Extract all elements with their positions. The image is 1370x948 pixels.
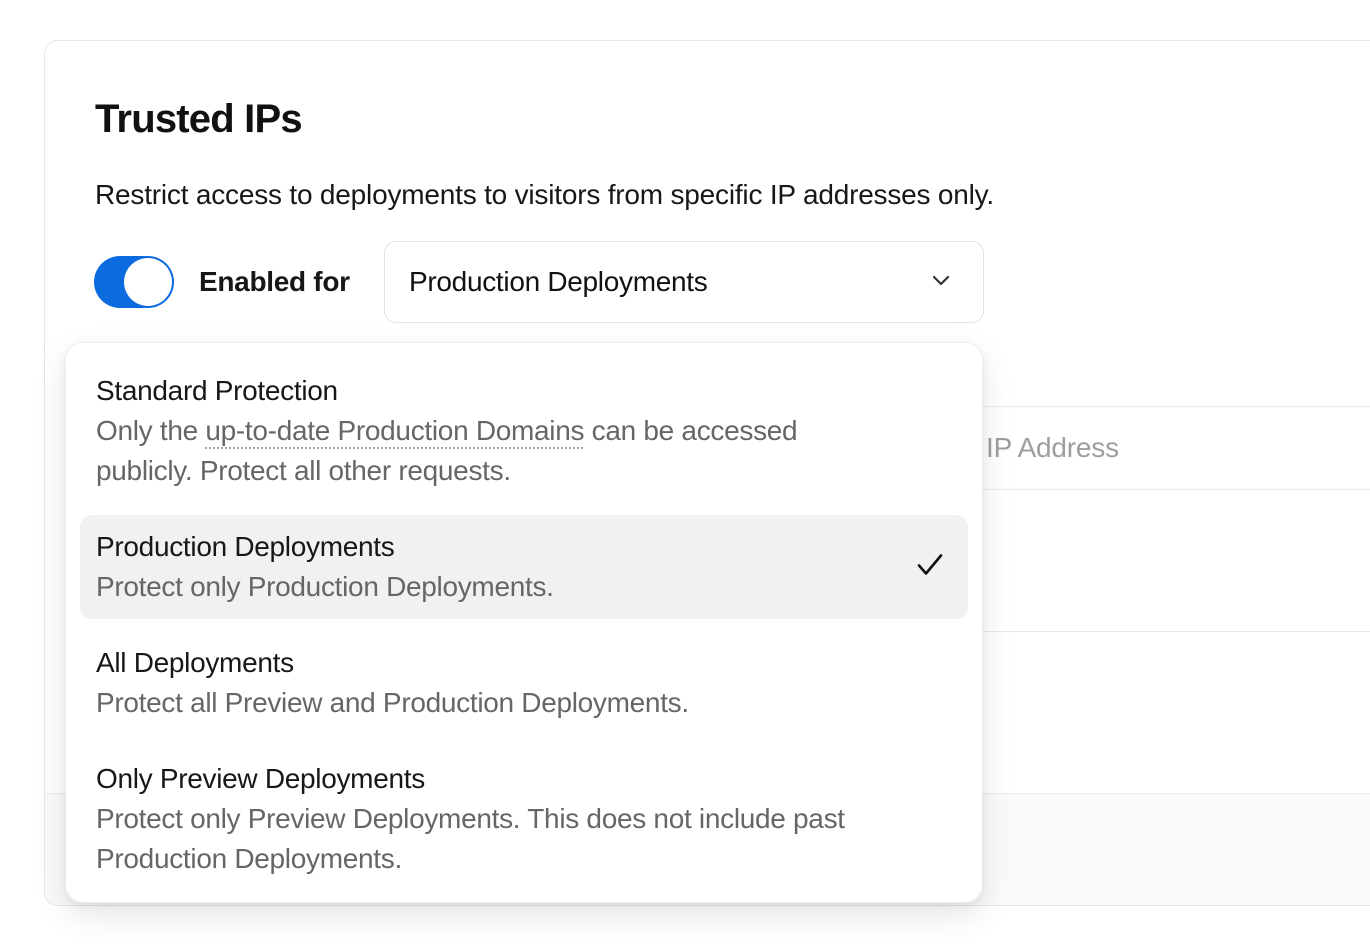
menu-item-production-deployments[interactable]: Production Deployments Protect only Prod… (80, 515, 968, 619)
menu-item-description: Protect only Preview Deployments. This d… (96, 799, 936, 879)
check-icon (914, 549, 946, 586)
menu-item-standard-protection[interactable]: Standard Protection Only the up-to-date … (80, 359, 968, 503)
menu-item-all-deployments[interactable]: All Deployments Protect all Preview and … (80, 631, 968, 735)
desc-text: Only the (96, 415, 205, 446)
toggle-knob (124, 258, 172, 306)
menu-item-description: Only the up-to-date Production Domains c… (96, 411, 876, 491)
page: Trusted IPs Restrict access to deploymen… (0, 0, 1370, 948)
menu-item-title: Only Preview Deployments (96, 759, 952, 799)
menu-item-only-preview-deployments[interactable]: Only Preview Deployments Protect only Pr… (80, 747, 968, 891)
card-description: Restrict access to deployments to visito… (95, 179, 994, 211)
deployment-scope-menu: Standard Protection Only the up-to-date … (65, 342, 983, 903)
chevron-down-icon (927, 266, 955, 299)
production-domains-link[interactable]: up-to-date Production Domains (205, 415, 584, 446)
deployment-scope-select[interactable]: Production Deployments (384, 241, 984, 323)
menu-item-description: Protect all Preview and Production Deplo… (96, 683, 952, 723)
menu-item-title: Production Deployments (96, 527, 952, 567)
page-title: Trusted IPs (95, 97, 302, 142)
menu-item-title: Standard Protection (96, 371, 952, 411)
menu-item-title: All Deployments (96, 643, 952, 683)
enabled-for-label: Enabled for (199, 256, 350, 308)
select-value: Production Deployments (409, 266, 927, 298)
menu-item-description: Protect only Production Deployments. (96, 567, 952, 607)
trusted-ips-toggle[interactable] (94, 256, 174, 308)
